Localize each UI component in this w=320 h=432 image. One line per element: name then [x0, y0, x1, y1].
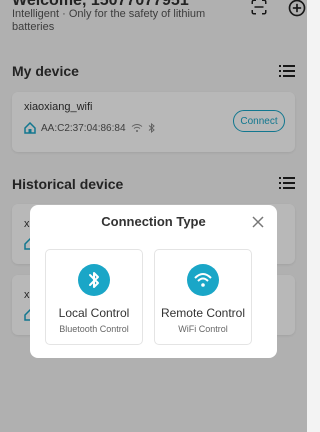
- dialog-title: Connection Type: [101, 214, 206, 229]
- local-control-label: Local Control: [58, 306, 130, 320]
- remote-control-subtitle: WiFi Control: [178, 324, 228, 334]
- bluetooth-icon: [89, 272, 99, 288]
- local-control-option[interactable]: Local Control Bluetooth Control: [45, 249, 143, 345]
- wifi-circle: [187, 264, 219, 296]
- local-control-subtitle: Bluetooth Control: [59, 324, 129, 334]
- wifi-icon: [194, 273, 212, 287]
- connection-type-dialog: Connection Type Local Control Bluetooth …: [30, 205, 277, 358]
- remote-control-label: Remote Control: [160, 306, 246, 320]
- bluetooth-circle: [78, 264, 110, 296]
- remote-control-option[interactable]: Remote Control WiFi Control: [154, 249, 252, 345]
- close-icon[interactable]: [251, 215, 265, 229]
